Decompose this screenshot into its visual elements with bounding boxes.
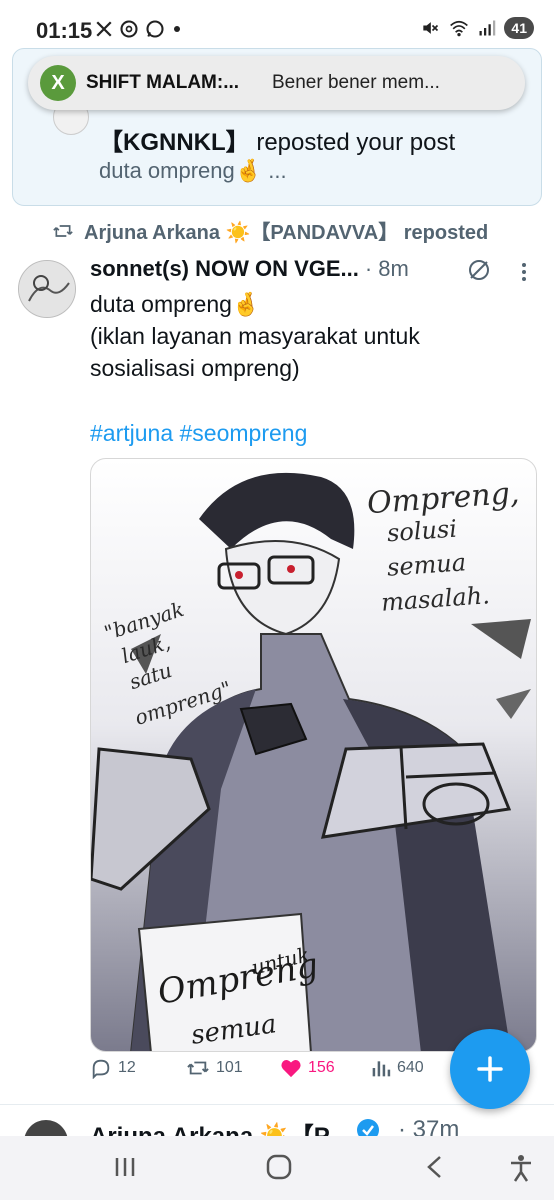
tweet-line: (iklan layanan masyarakat untuk [90,323,420,349]
next-tweet-time[interactable]: · 37m [398,1116,459,1136]
like-button[interactable]: 156 [280,1058,335,1078]
notification-line: 【KGNNKL】 reposted your post [99,122,455,157]
repost-label: Arjuna Arkana ☀️【PANDAVVA】 reposted [84,222,489,244]
tweet-time[interactable]: 8m [378,256,409,282]
author-avatar[interactable] [18,260,76,318]
whatsapp-icon [146,20,164,38]
heart-icon [281,1060,301,1078]
repost-button[interactable]: 101 [186,1057,243,1079]
tweet-line: duta ompreng🤞 [90,291,261,317]
reply-icon [92,1059,110,1079]
reply-count: 12 [118,1059,136,1076]
repost-icon [53,224,73,237]
image-caption-3: semua [386,548,467,582]
battery-icon: 41 [504,17,534,39]
grok-icon[interactable] [467,258,491,282]
next-tweet[interactable]: Arjuna Arkana ☀️【P · 37m [0,1110,554,1136]
home-icon[interactable] [266,1154,292,1180]
repost-icon [187,1061,209,1075]
threads-icon [120,20,138,38]
tweet-hashtags[interactable]: #artjuna #seompreng [90,420,307,447]
compose-button[interactable] [450,1029,530,1109]
notification-snippet: duta ompreng🤞 ... [99,158,287,183]
image-caption-2: solusi [386,514,458,548]
more-options-icon[interactable] [520,262,528,282]
separator-dot: · [364,256,373,281]
wifi-icon [450,20,469,37]
status-right-icons: 41 [420,17,534,39]
x-app-icon: X [40,65,76,101]
views-button[interactable]: 640 [371,1058,424,1078]
mute-icon [423,22,439,34]
next-author-name[interactable]: Arjuna Arkana ☀️【P [90,1116,330,1136]
heads-up-title: SHIFT MALAM:... [86,72,240,93]
next-author-avatar[interactable] [24,1120,68,1136]
tweet-image[interactable]: Ompreng, solusi semua masalah. "banyak l… [90,458,537,1052]
status-left-icons [95,19,183,39]
accessibility-icon[interactable] [508,1154,534,1182]
view-count: 640 [397,1059,424,1076]
repost-header[interactable]: Arjuna Arkana ☀️【PANDAVVA】 reposted [52,216,488,245]
author-name[interactable]: sonnet(s) NOW ON VGE... [90,256,359,282]
like-count: 156 [308,1059,335,1076]
verified-icon [357,1119,379,1136]
system-nav-bar [0,1136,554,1200]
x-icon [96,21,112,37]
signal-icon [479,20,496,36]
status-time: 01:15 [36,18,93,43]
tweet-text: duta ompreng🤞 (iklan layanan masyarakat … [90,288,530,384]
repost-count: 101 [216,1059,243,1076]
dot-icon [174,26,180,32]
tweet-line: sosialisasi ompreng) [90,355,300,381]
reply-button[interactable]: 12 [90,1057,136,1079]
avatar-sketch [19,261,75,317]
notification-action: reposted your post [249,129,456,156]
views-icon [372,1061,391,1077]
notification-user: 【KGNNKL】 [99,129,250,156]
heads-up-text: Bener bener mem... [272,72,440,93]
recents-icon[interactable] [112,1154,138,1180]
back-icon[interactable] [422,1154,448,1180]
plus-icon [477,1056,503,1082]
heads-up-notification[interactable]: X SHIFT MALAM:... Bener bener mem... [28,56,525,110]
